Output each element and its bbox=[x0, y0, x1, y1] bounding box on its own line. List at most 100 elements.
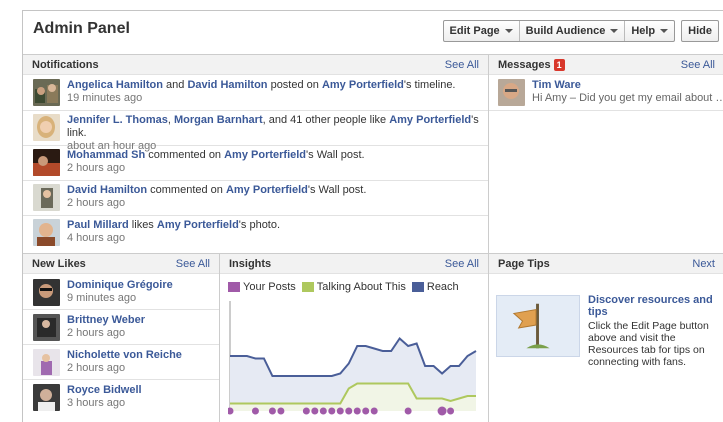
avatar bbox=[33, 314, 60, 341]
notification-actor-link[interactable]: Angelica Hamilton bbox=[67, 79, 163, 91]
your-posts-marker[interactable] bbox=[353, 407, 361, 415]
message-item[interactable]: Tim Ware Hi Amy – Did you get my email a… bbox=[489, 76, 723, 111]
notification-target-link[interactable]: Amy Porterfield bbox=[226, 184, 308, 196]
like-item[interactable]: Brittney Weber 2 hours ago bbox=[23, 310, 219, 345]
like-name-link[interactable]: Brittney Weber bbox=[67, 314, 145, 326]
like-name-link[interactable]: Dominique Grégoire bbox=[67, 279, 173, 291]
avatar bbox=[498, 79, 525, 106]
insights-header: Insights See All bbox=[219, 253, 488, 274]
your-posts-marker[interactable] bbox=[251, 407, 259, 415]
tip-body: Click the Edit Page button above and vis… bbox=[588, 320, 709, 368]
your-posts-marker[interactable] bbox=[277, 407, 285, 415]
message-sender-link[interactable]: Tim Ware bbox=[532, 79, 581, 91]
chevron-down-icon bbox=[610, 29, 619, 33]
admin-panel: Admin Panel Edit Page Build Audience Hel… bbox=[22, 10, 723, 422]
help-button[interactable]: Help bbox=[625, 21, 674, 41]
notification-text-part: likes bbox=[128, 219, 157, 231]
header-actions: Edit Page Build Audience Help Hide bbox=[442, 20, 719, 42]
new-likes-list: Dominique Grégoire 9 minutes ago Brittney… bbox=[23, 275, 219, 422]
notification-actor-link[interactable]: David Hamilton bbox=[67, 184, 147, 196]
notification-actor-link[interactable]: Paul Millard bbox=[67, 219, 129, 231]
notification-text-part: commented on bbox=[147, 184, 226, 196]
insights-see-all-link[interactable]: See All bbox=[445, 258, 479, 270]
messages-count-badge: 1 bbox=[553, 58, 565, 71]
notification-actor-link[interactable]: Jennifer L. Thomas bbox=[67, 114, 168, 126]
column-divider bbox=[219, 253, 220, 422]
your-posts-marker[interactable] bbox=[404, 407, 412, 415]
hide-button[interactable]: Hide bbox=[682, 21, 718, 41]
your-posts-marker[interactable] bbox=[362, 407, 370, 415]
your-posts-marker[interactable] bbox=[328, 407, 336, 415]
new-likes-header: New Likes See All bbox=[23, 253, 219, 274]
your-posts-marker[interactable] bbox=[345, 407, 353, 415]
new-likes-see-all-link[interactable]: See All bbox=[176, 258, 210, 270]
like-item[interactable]: Dominique Grégoire 9 minutes ago bbox=[23, 275, 219, 310]
legend-label: Talking About This bbox=[316, 281, 406, 293]
like-text: Brittney Weber 2 hours ago bbox=[67, 314, 145, 340]
notification-target-link[interactable]: Amy Porterfield bbox=[157, 219, 239, 231]
hide-button-wrap: Hide bbox=[681, 20, 719, 42]
notifications-header: Notifications See All bbox=[23, 54, 488, 75]
chevron-down-icon bbox=[660, 29, 669, 33]
notification-text: Mohammad Sh commented on Amy Porterfield… bbox=[67, 149, 365, 175]
avatar bbox=[33, 79, 60, 106]
page-tips-header: Page Tips Next bbox=[488, 253, 723, 274]
notification-actor-link[interactable]: Mohammad Sh bbox=[67, 149, 145, 161]
like-item[interactable]: Royce Bidwell 3 hours ago bbox=[23, 380, 219, 415]
flag-illustration bbox=[496, 295, 580, 357]
messages-see-all-link[interactable]: See All bbox=[681, 59, 715, 71]
like-time: 2 hours ago bbox=[67, 362, 126, 374]
avatar bbox=[33, 114, 60, 141]
notification-text: Angelica Hamilton and David Hamilton pos… bbox=[67, 79, 456, 105]
notification-item[interactable]: Paul Millard likes Amy Porterfield's pho… bbox=[23, 216, 488, 251]
page-title: Admin Panel bbox=[33, 20, 130, 37]
like-item[interactable]: Nicholette von Reiche 2 hours ago bbox=[23, 345, 219, 380]
edit-page-button[interactable]: Edit Page bbox=[444, 21, 520, 41]
your-posts-marker[interactable] bbox=[447, 407, 455, 415]
your-posts-marker[interactable] bbox=[437, 406, 447, 416]
notification-target-link[interactable]: Amy Porterfield bbox=[389, 114, 471, 126]
notification-item[interactable]: Angelica Hamilton and David Hamilton pos… bbox=[23, 76, 488, 111]
legend-swatch bbox=[301, 282, 314, 292]
column-divider bbox=[488, 253, 489, 422]
avatar bbox=[33, 384, 60, 411]
notification-target-link[interactable]: Amy Porterfield bbox=[224, 149, 306, 161]
like-name-link[interactable]: Royce Bidwell bbox=[67, 384, 142, 396]
your-posts-marker[interactable] bbox=[302, 407, 310, 415]
notification-text-part: 's Wall post. bbox=[307, 184, 367, 196]
like-text: Royce Bidwell 3 hours ago bbox=[67, 384, 142, 410]
notification-target-link[interactable]: Amy Porterfield bbox=[322, 79, 404, 91]
edit-page-label: Edit Page bbox=[449, 25, 500, 37]
tip-title-link[interactable]: Discover resources and tips bbox=[588, 294, 718, 318]
like-name-link[interactable]: Nicholette von Reiche bbox=[67, 349, 182, 361]
notification-item[interactable]: Jennifer L. Thomas, Morgan Barnhart, and… bbox=[23, 111, 488, 152]
message-text: Tim Ware Hi Amy – Did you get my email a… bbox=[532, 79, 723, 105]
notification-actor-link[interactable]: Morgan Barnhart bbox=[174, 114, 263, 126]
notification-item[interactable]: Mohammad Sh commented on Amy Porterfield… bbox=[23, 146, 488, 181]
like-text: Dominique Grégoire 9 minutes ago bbox=[67, 279, 173, 305]
notification-actor-link[interactable]: David Hamilton bbox=[187, 79, 267, 91]
legend-label: Your Posts bbox=[243, 281, 296, 293]
page-tips-next-link[interactable]: Next bbox=[692, 258, 715, 270]
new-likes-title: New Likes bbox=[32, 257, 86, 270]
your-posts-marker[interactable] bbox=[336, 407, 344, 415]
your-posts-marker[interactable] bbox=[319, 407, 327, 415]
legend-label: Reach bbox=[426, 281, 459, 293]
notification-text-part: 's Wall post. bbox=[306, 149, 365, 161]
messages-header: Messages 1 See All bbox=[488, 54, 723, 75]
hide-label: Hide bbox=[688, 25, 712, 37]
notifications-list: Angelica Hamilton and David Hamilton pos… bbox=[23, 76, 488, 253]
your-posts-marker[interactable] bbox=[370, 407, 378, 415]
notification-text-part: commented on bbox=[145, 149, 225, 161]
build-audience-button[interactable]: Build Audience bbox=[520, 21, 626, 41]
notification-text-part: , and 41 other people like bbox=[262, 114, 390, 126]
notification-item[interactable]: David Hamilton commented on Amy Porterfi… bbox=[23, 181, 488, 216]
notification-text-part: posted on bbox=[267, 79, 322, 91]
chevron-down-icon bbox=[504, 29, 513, 33]
message-snippet: Hi Amy – Did you get my email about … bbox=[532, 92, 723, 104]
like-text: Nicholette von Reiche 2 hours ago bbox=[67, 349, 182, 375]
your-posts-marker[interactable] bbox=[268, 407, 276, 415]
notifications-see-all-link[interactable]: See All bbox=[445, 59, 479, 71]
your-posts-marker[interactable] bbox=[311, 407, 319, 415]
notifications-title: Notifications bbox=[32, 58, 99, 71]
